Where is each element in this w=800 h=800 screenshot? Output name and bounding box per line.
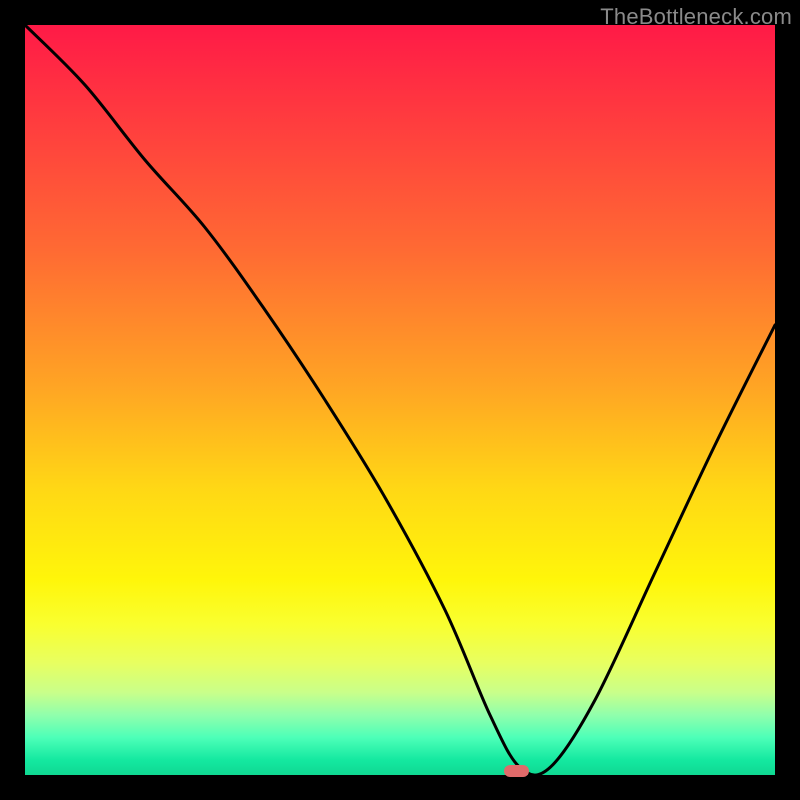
optimal-marker xyxy=(504,765,529,777)
bottleneck-curve xyxy=(25,25,775,775)
watermark-text: TheBottleneck.com xyxy=(600,4,792,30)
chart-frame: TheBottleneck.com xyxy=(0,0,800,800)
plot-area xyxy=(25,25,775,775)
